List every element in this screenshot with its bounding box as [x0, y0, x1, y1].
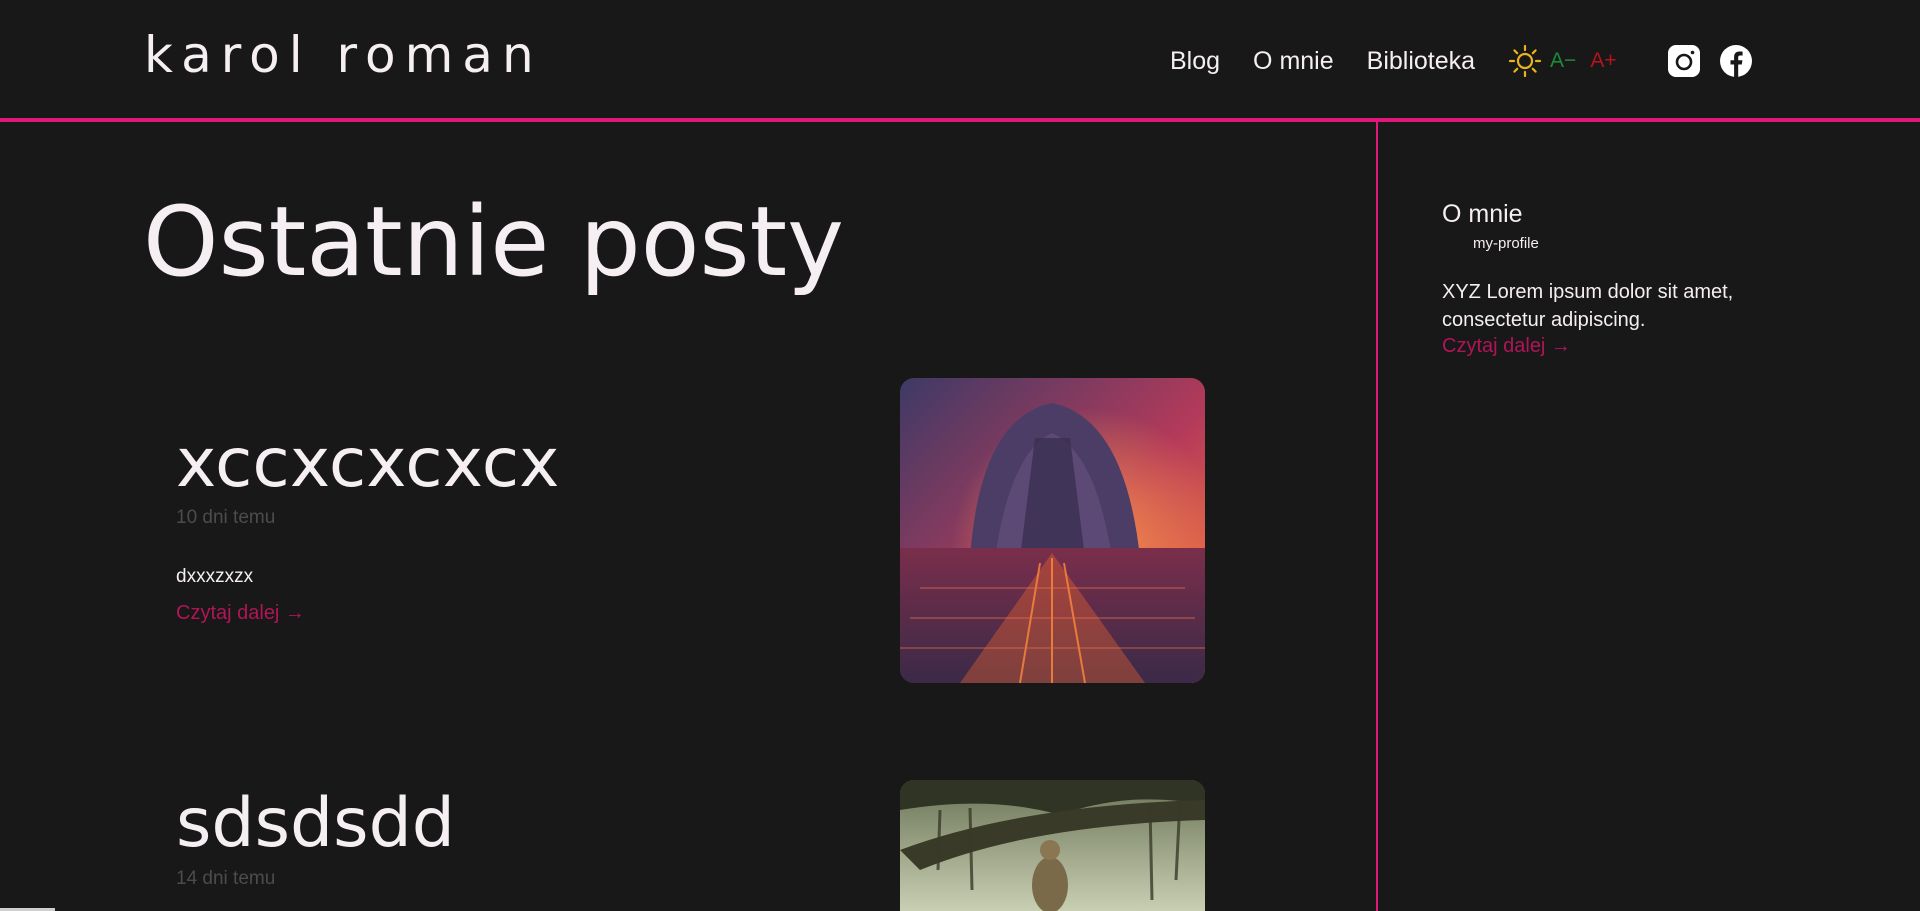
sidebar-text: XYZ Lorem ipsum dolor sit amet, consecte… [1442, 281, 1734, 331]
post-date: 10 dni temu [176, 507, 276, 528]
facebook-icon[interactable] [1719, 44, 1753, 78]
post-date: 14 dni temu [176, 868, 276, 889]
sidebar-read-more-link[interactable]: Czytaj dalej → [1442, 335, 1802, 358]
site-header: karol roman Blog O mnie Biblioteka A− A+ [0, 0, 1920, 122]
sidebar: O mnie my-profile XYZ Lorem ipsum dolor … [1442, 200, 1802, 358]
site-brand[interactable]: karol roman [144, 30, 543, 80]
sidebar-divider [1376, 122, 1378, 911]
profile-image-alt: my-profile [1473, 235, 1539, 252]
post-image[interactable] [900, 378, 1205, 683]
read-more-link[interactable]: Czytaj dalej → [176, 602, 305, 625]
nav-item-blog[interactable]: Blog [1170, 47, 1220, 76]
instagram-icon[interactable] [1667, 44, 1701, 78]
post-title[interactable]: xccxcxcxcx [176, 430, 559, 498]
sidebar-title: O mnie [1442, 200, 1523, 228]
post-title[interactable]: sdsdsdd [176, 790, 455, 858]
font-increase-button[interactable]: A+ [1590, 49, 1616, 73]
nav-item-biblioteka[interactable]: Biblioteka [1367, 47, 1475, 76]
page-title: Ostatnie posty [143, 186, 844, 298]
post-excerpt: dxxxzxzx [176, 566, 254, 587]
sun-icon[interactable] [1508, 44, 1542, 78]
post-image[interactable] [900, 780, 1205, 911]
font-decrease-button[interactable]: A− [1550, 49, 1576, 73]
main-nav: Blog O mnie Biblioteka A− A+ [1170, 44, 1771, 78]
nav-item-o-mnie[interactable]: O mnie [1253, 47, 1334, 76]
